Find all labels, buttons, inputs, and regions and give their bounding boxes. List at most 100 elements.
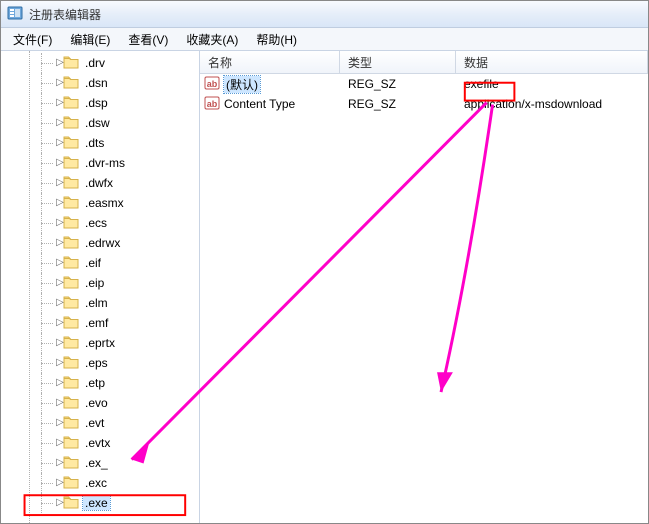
tree-item-label: .etp [83,376,107,390]
tree-item-label: .dsn [83,76,110,90]
value-name: (默认) [224,76,260,93]
tree-item[interactable]: ▷ .eif [5,253,199,273]
tree-item-label: .dwfx [83,176,115,190]
expand-icon[interactable]: ▷ [55,398,65,408]
tree-item[interactable]: ▷ .edrwx [5,233,199,253]
expand-icon[interactable]: ▷ [55,158,65,168]
expand-icon[interactable]: ▷ [55,418,65,428]
tree-item-label: .drv [83,56,107,70]
tree-item[interactable]: ▷ .exe [5,493,199,513]
expand-icon[interactable]: ▷ [55,458,65,468]
tree-item-label: .evo [83,396,110,410]
list-row[interactable]: ab (默认) REG_SZexefile [200,74,648,94]
expand-icon[interactable]: ▷ [55,178,65,188]
tree-item-label: .ex_ [83,456,110,470]
tree-item-label: .eprtx [83,336,117,350]
tree-item[interactable]: ▷ .eprtx [5,333,199,353]
tree-item-label: .elm [83,296,110,310]
expand-icon[interactable]: ▷ [55,478,65,488]
tree-item[interactable]: ▷ .easmx [5,193,199,213]
svg-text:ab: ab [207,79,218,89]
expand-icon[interactable]: ▷ [55,438,65,448]
tree-item[interactable]: ▷ .etp [5,373,199,393]
tree-item[interactable]: ▷ .dts [5,133,199,153]
window-title: 注册表编辑器 [29,6,101,23]
list-pane: 名称 类型 数据 ab (默认) REG_SZexefile ab Content… [200,51,648,523]
expand-icon[interactable]: ▷ [55,118,65,128]
tree-item[interactable]: ▷ .dsp [5,93,199,113]
value-name: Content Type [224,97,295,111]
expand-icon[interactable]: ▷ [55,278,65,288]
tree-item-label: .exc [83,476,109,490]
expand-icon[interactable]: ▷ [55,218,65,228]
client-area: ▷ .drv▷ .dsn▷ .dsp▷ .dsw▷ .dts▷ .dvr-ms▷… [1,51,648,523]
tree-item[interactable]: ▷ .drv [5,53,199,73]
tree-item[interactable]: ▷ .dsn [5,73,199,93]
expand-icon[interactable]: ▷ [55,358,65,368]
expand-icon[interactable]: ▷ [55,258,65,268]
tree-scroll[interactable]: ▷ .drv▷ .dsn▷ .dsp▷ .dsw▷ .dts▷ .dvr-ms▷… [1,51,199,523]
tree-item[interactable]: ▷ .evtx [5,433,199,453]
tree-item[interactable]: ▷ .eip [5,273,199,293]
list-row[interactable]: ab Content Type REG_SZapplication/x-msdow… [200,94,648,114]
tree-item-label: .easmx [83,196,126,210]
menu-help[interactable]: 帮助(H) [248,29,305,50]
expand-icon[interactable]: ▷ [55,78,65,88]
tree-item-label: .dts [83,136,106,150]
menubar: 文件(F) 编辑(E) 查看(V) 收藏夹(A) 帮助(H) [1,28,648,51]
expand-icon[interactable]: ▷ [55,98,65,108]
tree-item[interactable]: ▷ .exc [5,473,199,493]
tree-pane: ▷ .drv▷ .dsn▷ .dsp▷ .dsw▷ .dts▷ .dvr-ms▷… [1,51,200,523]
tree-item-label: .exe [83,496,110,510]
col-header-data[interactable]: 数据 [456,51,648,73]
expand-icon[interactable]: ▷ [55,498,65,508]
expand-icon[interactable]: ▷ [55,378,65,388]
value-data: application/x-msdownload [456,97,648,111]
tree-item[interactable]: ▷ .ex_ [5,453,199,473]
regedit-app-icon [7,5,23,24]
tree-item-label: .eps [83,356,110,370]
regedit-window: 注册表编辑器 文件(F) 编辑(E) 查看(V) 收藏夹(A) 帮助(H) ▷ … [0,0,649,524]
menu-fav[interactable]: 收藏夹(A) [178,29,246,50]
expand-icon[interactable]: ▷ [55,238,65,248]
tree-item[interactable]: ▷ .evt [5,413,199,433]
col-header-type[interactable]: 类型 [340,51,456,73]
tree-item[interactable]: ▷ .emf [5,313,199,333]
tree-item[interactable]: ▷ .evo [5,393,199,413]
menu-edit[interactable]: 编辑(E) [62,29,118,50]
expand-icon[interactable]: ▷ [55,298,65,308]
tree-item-label: .eip [83,276,106,290]
tree-item-label: .dvr-ms [83,156,127,170]
tree-item[interactable]: ▷ .eps [5,353,199,373]
tree-item[interactable]: ▷ .ecs [5,213,199,233]
col-header-name[interactable]: 名称 [200,51,340,73]
menu-view[interactable]: 查看(V) [120,29,176,50]
string-value-icon: ab [204,75,220,94]
menu-file[interactable]: 文件(F) [5,29,60,50]
expand-icon[interactable]: ▷ [55,198,65,208]
expand-icon[interactable]: ▷ [55,338,65,348]
tree-item[interactable]: ▷ .dsw [5,113,199,133]
tree-item[interactable]: ▷ .elm [5,293,199,313]
tree-item-label: .ecs [83,216,109,230]
expand-icon[interactable]: ▷ [55,58,65,68]
expand-icon[interactable]: ▷ [55,138,65,148]
tree-item-label: .evtx [83,436,112,450]
tree-item[interactable]: ▷ .dvr-ms [5,153,199,173]
tree-item-label: .evt [83,416,106,430]
tree-item-label: .edrwx [83,236,122,250]
expand-icon[interactable]: ▷ [55,318,65,328]
titlebar: 注册表编辑器 [1,1,648,28]
tree-item[interactable]: ▷ .dwfx [5,173,199,193]
list-header: 名称 类型 数据 [200,51,648,74]
value-data: exefile [456,77,648,91]
value-type: REG_SZ [340,97,456,111]
value-type: REG_SZ [340,77,456,91]
list-body[interactable]: ab (默认) REG_SZexefile ab Content Type REG_… [200,74,648,523]
string-value-icon: ab [204,95,220,114]
tree-item-label: .eif [83,256,103,270]
tree-item-label: .emf [83,316,110,330]
tree-item-label: .dsp [83,96,110,110]
registry-tree: ▷ .drv▷ .dsn▷ .dsp▷ .dsw▷ .dts▷ .dvr-ms▷… [1,51,199,515]
tree-item-label: .dsw [83,116,112,130]
